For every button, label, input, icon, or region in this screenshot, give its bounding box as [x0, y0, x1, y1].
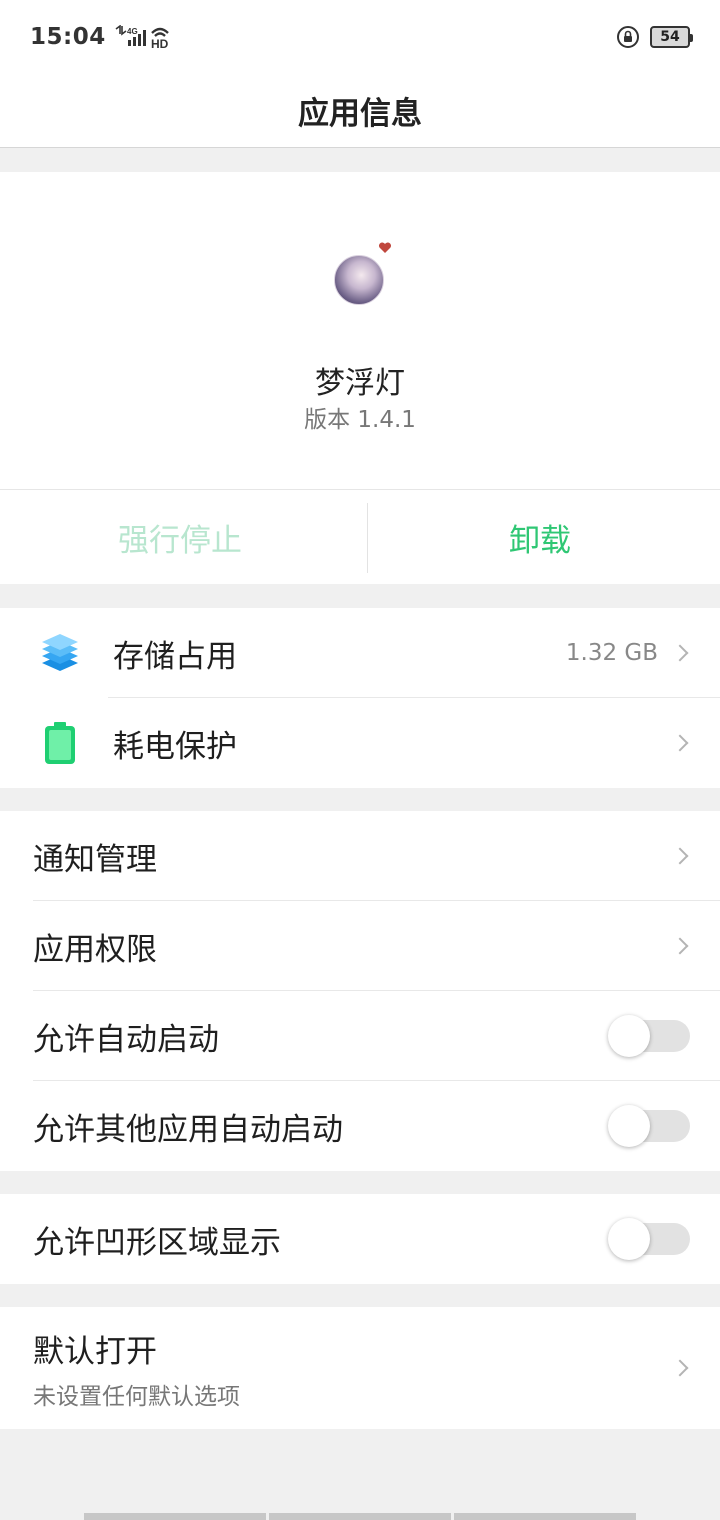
status-time: 15:04	[30, 24, 106, 50]
chevron-right-icon	[671, 847, 689, 865]
toggle-knob	[608, 1105, 650, 1147]
force-stop-button[interactable]: 强行停止	[0, 490, 360, 584]
chevron-right-icon	[671, 1359, 689, 1377]
title-bar: 应用信息	[0, 74, 720, 148]
nav-segment-left[interactable]	[84, 1513, 266, 1520]
default-open-sub: 未设置任何默认选项	[33, 1383, 240, 1410]
storage-value: 1.32 GB	[565, 640, 658, 666]
toggle-knob	[608, 1218, 650, 1260]
network-type: 4G	[127, 27, 138, 36]
chevron-right-icon	[671, 734, 689, 752]
notifications-label: 通知管理	[33, 841, 157, 878]
signal-icon: 4G HD	[115, 25, 169, 49]
notch-group: 允许凹形区域显示	[0, 1194, 720, 1284]
app-version: 版本 1.4.1	[304, 407, 416, 433]
battery-protect-label: 耗电保护	[113, 728, 237, 765]
battery-indicator: 54	[650, 26, 693, 48]
notch-label: 允许凹形区域显示	[33, 1224, 281, 1261]
chevron-right-icon	[671, 937, 689, 955]
battery-protect-row[interactable]: 耗电保护	[0, 698, 720, 788]
status-bar: 15:04 4G HD 54	[0, 0, 720, 74]
notifications-row[interactable]: 通知管理	[0, 811, 720, 901]
settings-group: 通知管理 应用权限 允许自动启动 允许其他应用自动启动	[0, 811, 720, 1171]
storage-label: 存储占用	[113, 638, 237, 675]
battery-level: 54	[660, 29, 680, 45]
nav-segment-center[interactable]	[269, 1513, 451, 1520]
app-icon	[334, 255, 384, 305]
notch-toggle[interactable]	[608, 1218, 690, 1260]
notch-row: 允许凹形区域显示	[0, 1194, 720, 1284]
gesture-nav-bar[interactable]	[84, 1513, 636, 1520]
default-open-label: 默认打开	[33, 1333, 157, 1370]
permissions-row[interactable]: 应用权限	[0, 901, 720, 991]
storage-icon	[37, 630, 83, 676]
permissions-label: 应用权限	[33, 931, 157, 968]
default-open-row[interactable]: 默认打开 未设置任何默认选项	[0, 1307, 720, 1429]
hd-indicator: HD	[151, 37, 169, 49]
other-auto-start-label: 允许其他应用自动启动	[33, 1111, 343, 1148]
other-auto-start-toggle[interactable]	[608, 1105, 690, 1147]
default-open-texts: 默认打开 未设置任何默认选项	[33, 1326, 674, 1411]
default-open-group: 默认打开 未设置任何默认选项	[0, 1307, 720, 1429]
rotation-lock-icon	[617, 26, 639, 48]
auto-start-toggle[interactable]	[608, 1015, 690, 1057]
app-name: 梦浮灯	[315, 366, 405, 401]
page-title: 应用信息	[298, 96, 422, 132]
usage-group: 存储占用 1.32 GB 耗电保护	[0, 608, 720, 788]
heart-icon	[378, 242, 392, 253]
auto-start-row: 允许自动启动	[0, 991, 720, 1081]
auto-start-label: 允许自动启动	[33, 1021, 219, 1058]
status-left: 15:04 4G HD	[30, 24, 174, 50]
chevron-right-icon	[671, 644, 689, 662]
toggle-knob	[608, 1015, 650, 1057]
battery-icon	[37, 720, 83, 766]
other-auto-start-row: 允许其他应用自动启动	[0, 1081, 720, 1171]
nav-segment-right[interactable]	[454, 1513, 636, 1520]
app-icon-wrap	[334, 242, 392, 305]
app-info-card: 梦浮灯 版本 1.4.1 强行停止 卸载	[0, 172, 720, 584]
uninstall-button[interactable]: 卸载	[360, 490, 720, 584]
storage-row[interactable]: 存储占用 1.32 GB	[0, 608, 720, 698]
action-divider	[367, 503, 368, 573]
action-row: 强行停止 卸载	[0, 489, 720, 584]
status-right: 54	[616, 25, 693, 49]
